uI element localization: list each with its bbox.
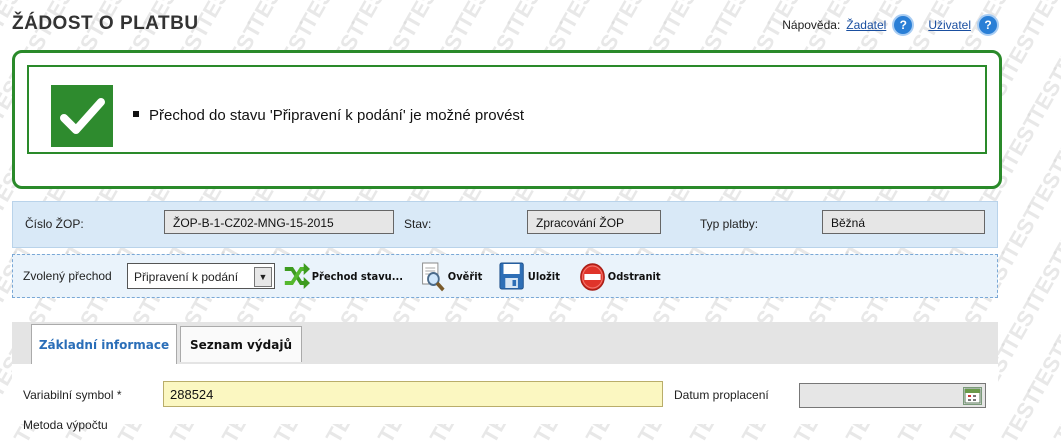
watermark-text: TEST — [1022, 248, 1061, 310]
action-toolbar: Zvolený přechod Připravení k podání ▼ Př… — [12, 254, 998, 298]
watermark-text: TEST — [1048, 18, 1061, 80]
tab-basic-info[interactable]: Základní informace — [31, 324, 177, 366]
magnifier-document-icon — [419, 262, 445, 292]
watermark-text: TEST — [1048, 294, 1061, 356]
watermark-text: TEST — [294, 0, 345, 34]
watermark-text: TEST — [658, 0, 709, 34]
help-label: Nápověda: — [782, 18, 841, 32]
zop-number-label: Číslo ŽOP: — [25, 217, 84, 231]
tab-expense-list[interactable]: Seznam výdajů — [180, 326, 302, 362]
state-transition-button[interactable]: Přechod stavu... — [283, 261, 403, 291]
save-label: Uložit — [527, 269, 560, 283]
transition-label: Zvolený přechod — [23, 269, 112, 283]
state-field: Zpracování ŽOP — [527, 210, 661, 234]
help-link-uzivatel[interactable]: Uživatel — [928, 18, 971, 32]
help-link-zadatel[interactable]: Žadatel — [846, 18, 886, 32]
help-bar: Nápověda: Žadatel ? Uživatel ? — [782, 14, 999, 36]
watermark-text: TEST — [1048, 110, 1061, 172]
watermark-text: TEST — [502, 0, 553, 34]
success-message-text: Přechod do stavu 'Připravení k podání' j… — [133, 107, 524, 124]
payment-date-input[interactable] — [799, 383, 986, 408]
watermark-text: TEST — [1048, 202, 1061, 264]
watermark-text: TEST — [1022, 340, 1061, 402]
help-question-icon[interactable]: ? — [892, 14, 915, 36]
watermark-text: TEST — [996, 386, 1047, 448]
message-label: Přechod do stavu 'Připravení k podání' j… — [149, 107, 525, 124]
shuffle-arrows-icon — [283, 262, 310, 290]
transition-select-value: Připravení k podání — [134, 270, 239, 284]
watermark-text: TEST — [996, 294, 1047, 356]
save-button[interactable]: Uložit — [499, 261, 560, 291]
verify-button[interactable]: Ověřit — [419, 261, 483, 292]
checkmark-icon — [51, 85, 113, 147]
success-message-box: Přechod do stavu 'Připravení k podání' j… — [27, 65, 987, 154]
verify-label: Ověřit — [447, 269, 483, 283]
watermark-text: TEST — [398, 0, 449, 34]
watermark-text: TEST — [450, 0, 501, 34]
payment-type-field: Běžná — [822, 210, 985, 234]
watermark-text: TEST — [346, 0, 397, 34]
delete-button[interactable]: Odstranit — [579, 261, 661, 291]
chevron-down-icon[interactable]: ▼ — [254, 267, 272, 287]
basic-info-form: Variabilní symbol * 288524 Datum proplac… — [12, 364, 998, 432]
state-label: Stav: — [404, 217, 432, 231]
success-message-panel: Přechod do stavu 'Připravení k podání' j… — [12, 50, 1002, 189]
watermark-text: TEST — [1022, 156, 1061, 218]
calculation-method-label: Metoda výpočtu — [23, 418, 108, 432]
delete-label: Odstranit — [607, 269, 661, 283]
watermark-text: TEST — [710, 0, 761, 34]
watermark-text: TEST — [996, 18, 1047, 80]
watermark-text: TEST — [1022, 64, 1061, 126]
watermark-text: TEST — [1022, 0, 1061, 34]
floppy-disk-icon — [499, 262, 524, 290]
state-transition-label: Přechod stavu... — [311, 269, 403, 283]
variable-symbol-input[interactable]: 288524 — [163, 381, 663, 407]
watermark-text: TEST — [1048, 386, 1061, 448]
zop-number-field: ŽOP-B-1-CZ02-MNG-15-2015 — [164, 210, 394, 234]
transition-select[interactable]: Připravení k podání ▼ — [127, 263, 275, 289]
zop-info-bar: Číslo ŽOP: ŽOP-B-1-CZ02-MNG-15-2015 Stav… — [12, 201, 998, 248]
payment-type-label: Typ platby: — [700, 217, 759, 231]
watermark-text: TEST — [242, 0, 293, 34]
watermark-text: TEST — [606, 0, 657, 34]
tab-bar: Základní informace Seznam výdajů — [12, 322, 998, 366]
watermark-text: TEST — [554, 0, 605, 34]
variable-symbol-label: Variabilní symbol * — [23, 388, 122, 402]
delete-circle-icon — [579, 262, 605, 291]
page-title: ŽÁDOST O PLATBU — [12, 13, 199, 34]
calendar-icon[interactable] — [963, 387, 982, 405]
watermark-text: TEST — [996, 110, 1047, 172]
bullet-icon — [133, 111, 139, 118]
watermark-text: TEST — [996, 202, 1047, 264]
payment-date-label: Datum proplacení — [674, 388, 769, 402]
help-question-icon[interactable]: ? — [977, 14, 999, 36]
